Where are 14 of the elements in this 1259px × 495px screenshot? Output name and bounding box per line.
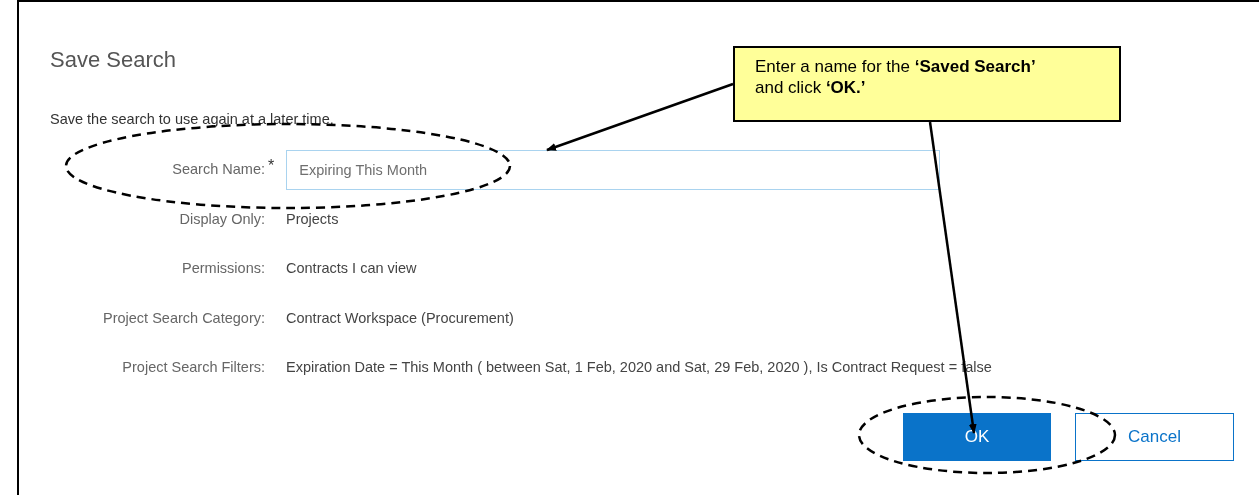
field-value: Projects [286,209,339,229]
field-label: Search Name: [171,160,265,179]
field-value: Contracts I can view [286,259,417,278]
ok-button[interactable]: OK [903,412,1051,461]
field-label: Permissions: [181,259,265,278]
field-label: Project Search Category: [102,308,265,328]
callout-note: Enter a name for the ‘Saved Search’ and click ‘OK.’ [733,46,1121,122]
field-label: Display Only: [178,209,265,229]
field-label: Project Search Filters: [121,358,265,377]
dialog-title: Save Search [50,47,176,74]
cancel-button[interactable]: Cancel [1075,412,1234,461]
search-name-field[interactable]: Expiring This Month [286,149,941,190]
required-mark: * [268,155,275,176]
field-value: Contract Workspace (Procurement) [286,308,514,328]
